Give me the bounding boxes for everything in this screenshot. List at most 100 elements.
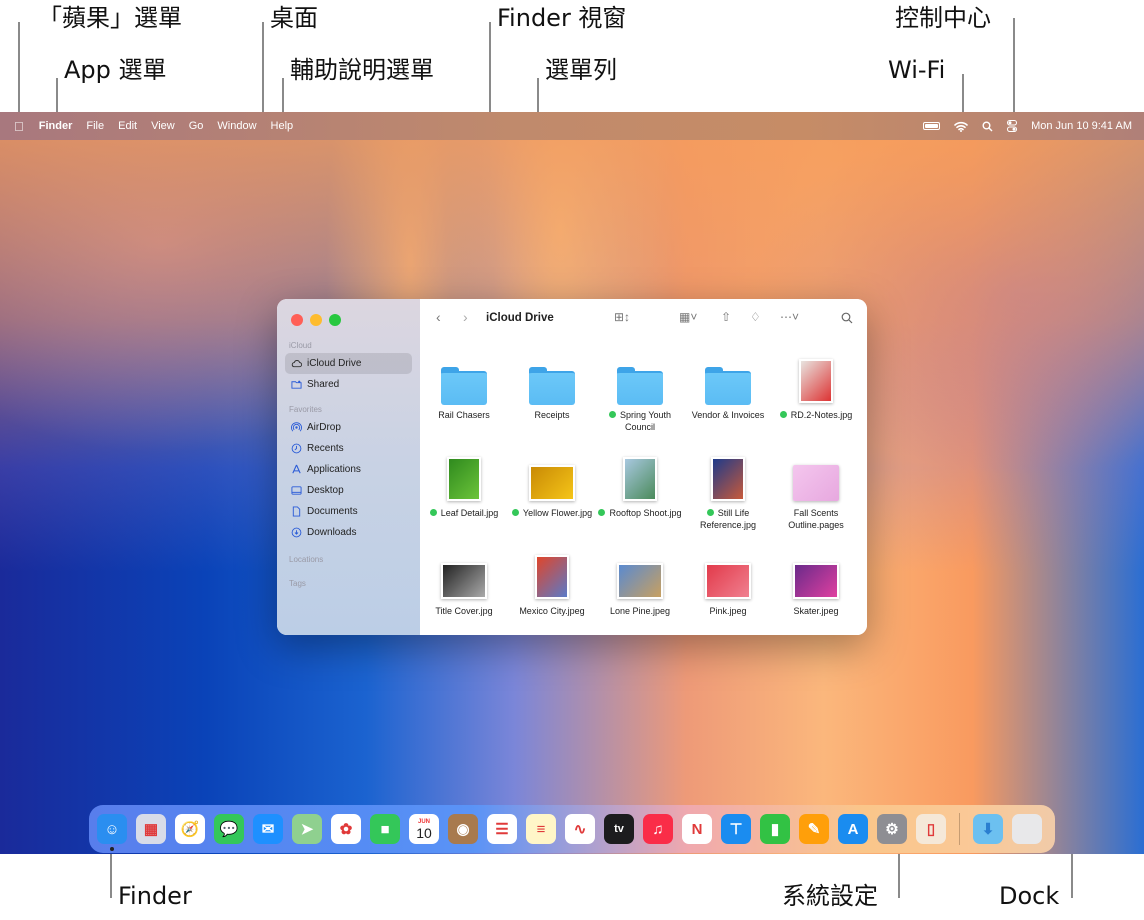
tag-icon[interactable]: ♢	[750, 310, 761, 324]
file-name-text: Receipts	[534, 410, 570, 420]
gear-icon[interactable]: ⚙	[877, 814, 907, 844]
more-actions-button[interactable]: ⋯˅	[780, 310, 799, 324]
iphone-icon[interactable]: ▯	[916, 814, 946, 844]
spotlight-search-icon[interactable]	[982, 121, 993, 132]
search-icon[interactable]	[841, 312, 853, 324]
sidebar-item-desktop[interactable]: Desktop	[285, 480, 412, 501]
leader-line	[56, 78, 58, 114]
share-icon[interactable]: ⇧	[721, 310, 731, 324]
apple-icon[interactable]: 	[0, 119, 32, 134]
photos-icon[interactable]: ✿	[331, 814, 361, 844]
dock-separator	[959, 813, 960, 845]
notes-icon[interactable]: ≡	[526, 814, 556, 844]
file-name: Mexico City.jpeg	[509, 605, 595, 617]
sidebar-item-downloads[interactable]: Downloads	[285, 522, 412, 543]
file-item[interactable]: Mexico City.jpeg	[508, 543, 596, 635]
mail-icon[interactable]: ✉	[253, 814, 283, 844]
file-thumbnail	[441, 543, 487, 599]
file-item[interactable]: Fall Scents Outline.pages	[772, 445, 860, 543]
sidebar-item-label: Recents	[307, 443, 344, 454]
file-item[interactable]: Rail Chasers	[420, 347, 508, 445]
image-thumbnail	[617, 563, 663, 599]
desktop[interactable]:  Finder File Edit View Go Window Help M…	[0, 112, 1144, 854]
file-name: Rail Chasers	[421, 409, 507, 421]
file-item[interactable]: Skater.jpeg	[772, 543, 860, 635]
callout-control-center: 控制中心	[895, 4, 991, 32]
pages-document-icon	[793, 465, 839, 501]
file-thumbnail	[617, 543, 663, 599]
image-thumbnail	[793, 563, 839, 599]
file-item[interactable]: RD.2-Notes.jpg	[772, 347, 860, 445]
facetime-icon[interactable]: ■	[370, 814, 400, 844]
group-button[interactable]: ▦˅	[679, 310, 697, 324]
file-item[interactable]: Receipts	[508, 347, 596, 445]
document-icon	[292, 506, 301, 517]
sidebar-heading-tags[interactable]: Tags	[289, 579, 412, 588]
file-name: Spring Youth Council	[597, 409, 683, 433]
file-thumbnail	[705, 543, 751, 599]
wifi-icon[interactable]	[954, 121, 968, 132]
menu-finder[interactable]: Finder	[32, 120, 80, 132]
image-thumbnail	[447, 457, 481, 501]
numbers-icon[interactable]: ▮	[760, 814, 790, 844]
minimize-button[interactable]	[310, 314, 322, 326]
file-name-text: Leaf Detail.jpg	[440, 508, 499, 518]
battery-icon[interactable]	[923, 122, 941, 130]
sidebar-item-icloud-drive[interactable]: iCloud Drive	[285, 353, 412, 374]
file-item[interactable]: Pink.jpeg	[684, 543, 772, 635]
callout-menu-bar: 選單列	[545, 56, 617, 84]
menu-window[interactable]: Window	[210, 120, 263, 132]
window-controls	[291, 314, 341, 326]
pages-icon[interactable]: ✎	[799, 814, 829, 844]
keynote-icon[interactable]: ⊤	[721, 814, 751, 844]
maps-icon[interactable]: ➤	[292, 814, 322, 844]
forward-button[interactable]: ›	[463, 309, 468, 325]
safari-icon[interactable]: 🧭	[175, 814, 205, 844]
calendar-icon[interactable]: JUN 10	[409, 814, 439, 844]
file-item[interactable]: Rooftop Shoot.jpg	[596, 445, 684, 543]
music-icon[interactable]: ♫	[643, 814, 673, 844]
downloads-folder-icon[interactable]: ⬇	[973, 814, 1003, 844]
app-store-icon[interactable]: A	[838, 814, 868, 844]
menu-view[interactable]: View	[144, 120, 182, 132]
sidebar-item-airdrop[interactable]: AirDrop	[285, 417, 412, 438]
finder-icon[interactable]: ☺	[97, 814, 127, 851]
close-button[interactable]	[291, 314, 303, 326]
sidebar-item-applications[interactable]: Applications	[285, 459, 412, 480]
reminders-icon[interactable]: ☰	[487, 814, 517, 844]
file-thumbnail	[535, 543, 569, 599]
menu-bar:  Finder File Edit View Go Window Help M…	[0, 112, 1144, 140]
menu-bar-clock[interactable]: Mon Jun 10 9:41 AM	[1031, 120, 1132, 132]
sidebar-item-shared[interactable]: Shared	[285, 374, 412, 395]
menu-go[interactable]: Go	[182, 120, 211, 132]
menu-help[interactable]: Help	[264, 120, 301, 132]
messages-icon[interactable]: 💬	[214, 814, 244, 844]
applications-icon	[292, 464, 301, 474]
trash-icon[interactable]	[1012, 814, 1042, 844]
menu-edit[interactable]: Edit	[111, 120, 144, 132]
icon-view-button[interactable]: ⊞↕	[614, 310, 630, 324]
freeform-icon[interactable]: ∿	[565, 814, 595, 844]
file-item[interactable]: Title Cover.jpg	[420, 543, 508, 635]
launchpad-icon[interactable]: ▦	[136, 814, 166, 844]
back-button[interactable]: ‹	[436, 309, 441, 325]
file-item[interactable]: Spring Youth Council	[596, 347, 684, 445]
contacts-icon[interactable]: ◉	[448, 814, 478, 844]
news-icon[interactable]: N	[682, 814, 712, 844]
file-item[interactable]: Leaf Detail.jpg	[420, 445, 508, 543]
control-center-icon[interactable]	[1007, 120, 1018, 132]
tv-icon[interactable]: tv	[604, 814, 634, 844]
file-item[interactable]: Still Life Reference.jpg	[684, 445, 772, 543]
file-thumbnail	[793, 543, 839, 599]
file-item[interactable]: Yellow Flower.jpg	[508, 445, 596, 543]
file-item[interactable]: Lone Pine.jpeg	[596, 543, 684, 635]
file-item[interactable]: Vendor & Invoices	[684, 347, 772, 445]
menu-file[interactable]: File	[79, 120, 111, 132]
zoom-button[interactable]	[329, 314, 341, 326]
sidebar-item-documents[interactable]: Documents	[285, 501, 412, 522]
sidebar-item-recents[interactable]: Recents	[285, 438, 412, 459]
annotated-screenshot: 「蘋果」選單 App 選單 桌面 輔助說明選單 Finder 視窗 選單列 控制…	[0, 0, 1144, 920]
sidebar-heading-locations[interactable]: Locations	[289, 555, 412, 564]
green-tag-icon	[598, 509, 606, 516]
file-name-text: Lone Pine.jpeg	[609, 606, 671, 616]
